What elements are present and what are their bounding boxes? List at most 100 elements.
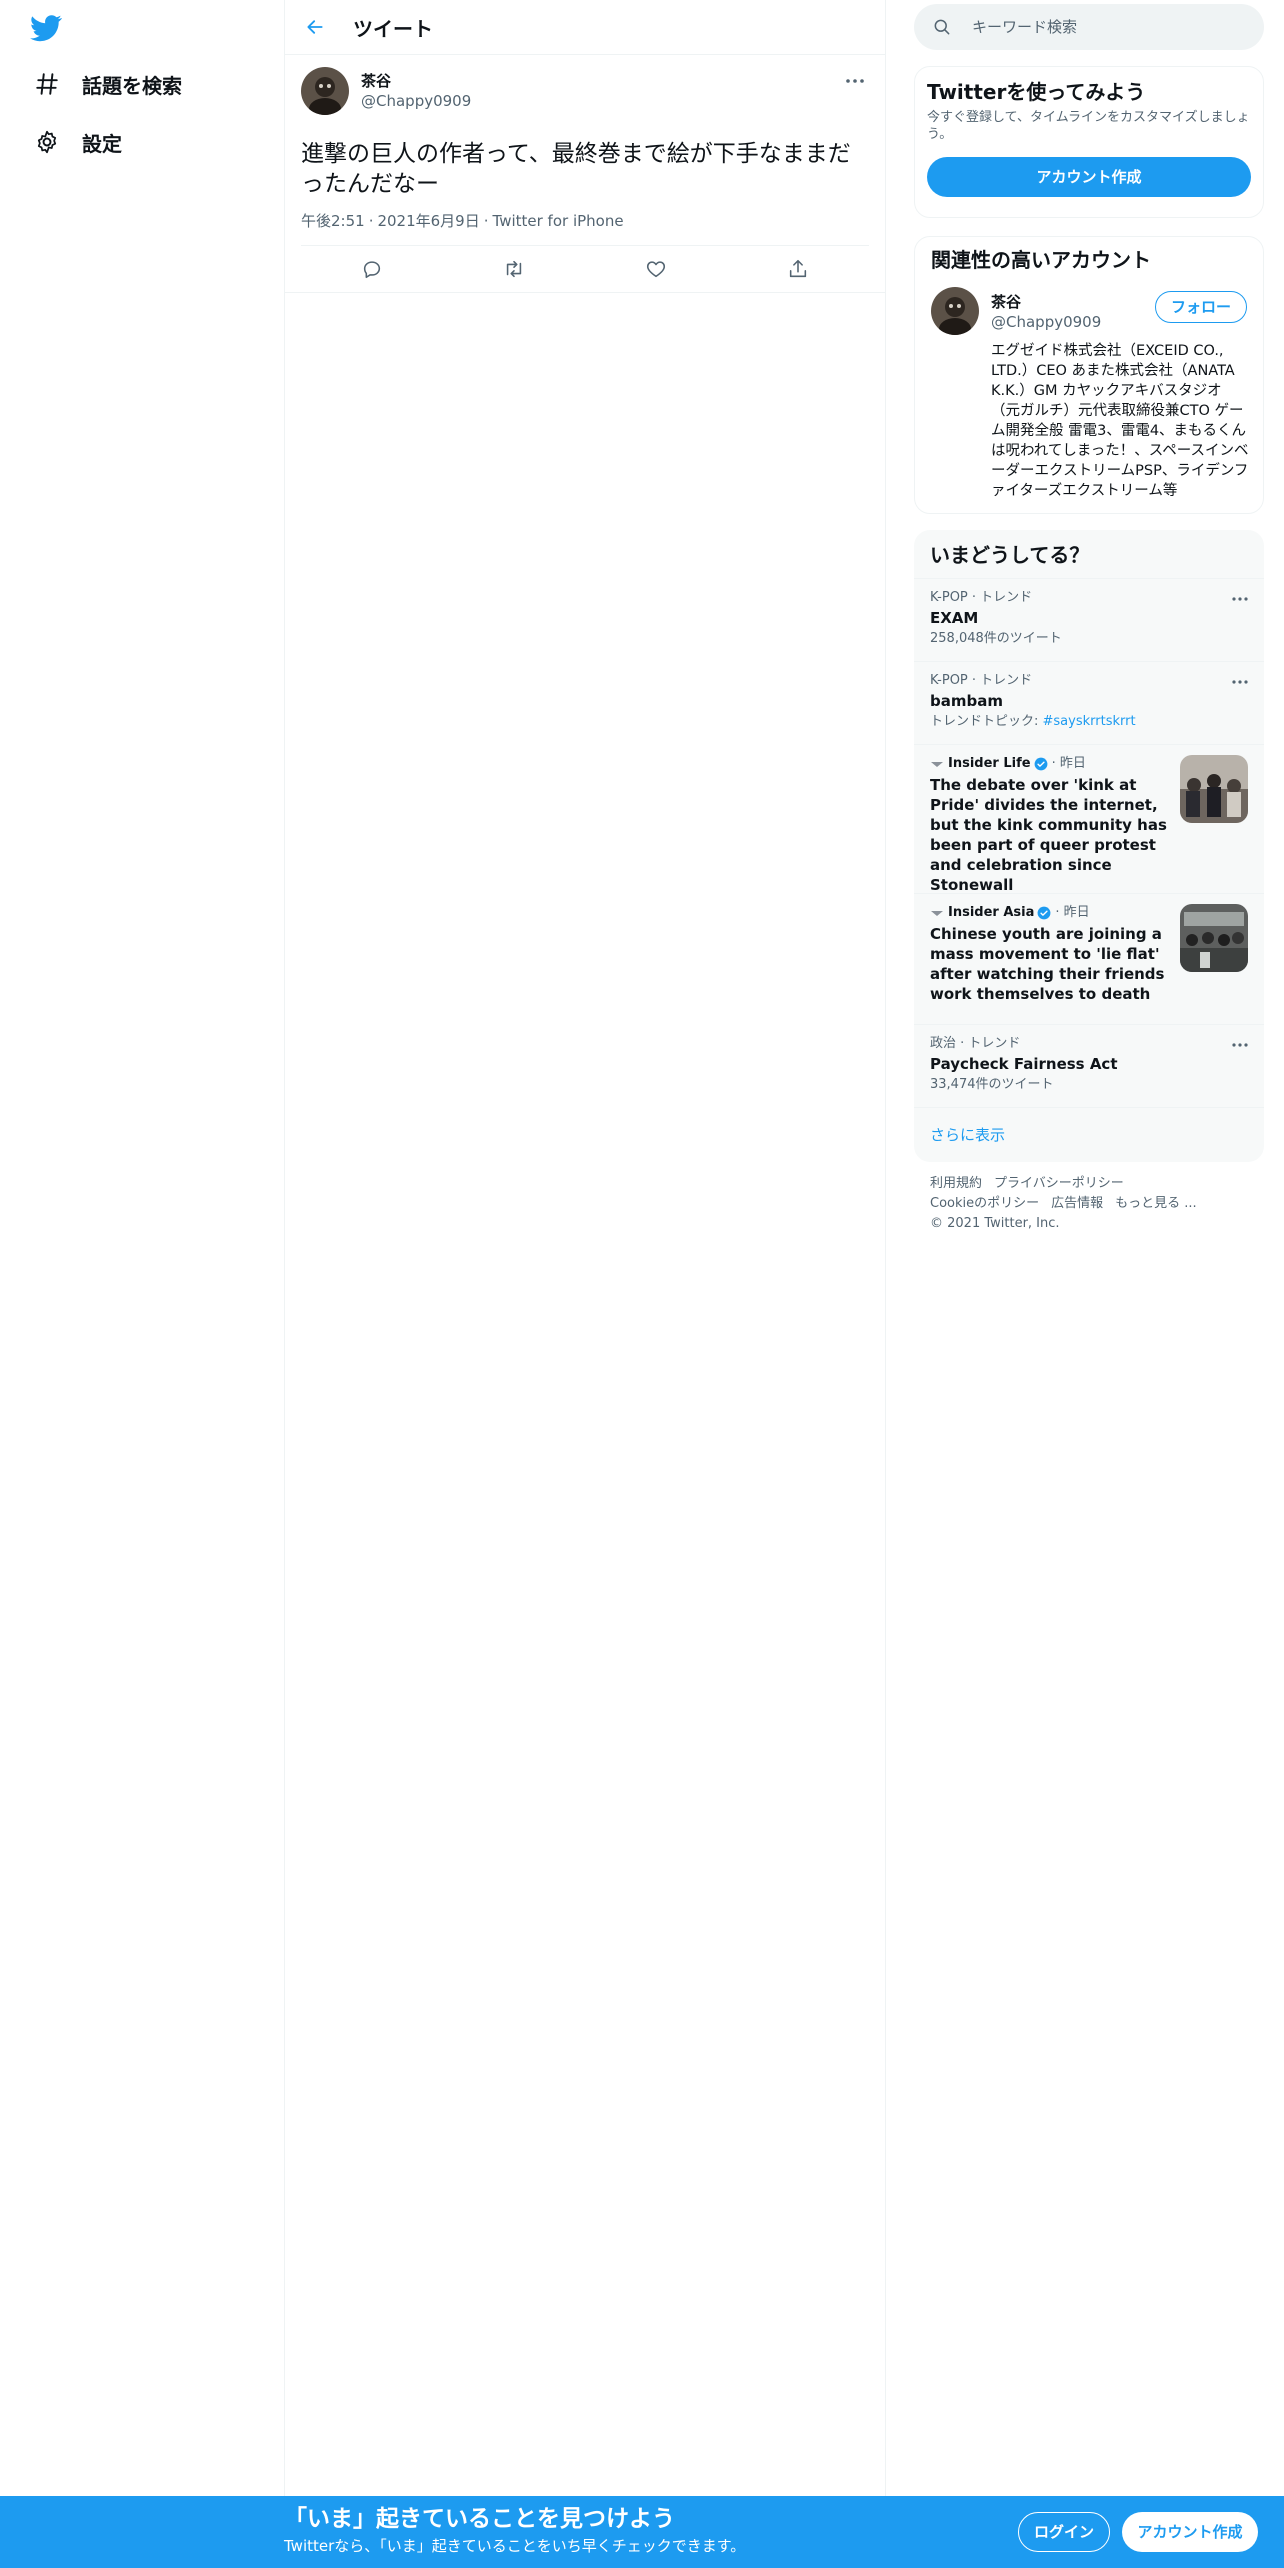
nav-item-label: 設定 (82, 131, 122, 156)
publisher-logo-icon (931, 911, 943, 916)
related-user-handle[interactable]: @Chappy0909 (991, 313, 1101, 331)
tweet-time[interactable]: 午後2:51 (301, 212, 365, 230)
reply-icon (363, 261, 381, 279)
avatar[interactable] (931, 287, 979, 335)
create-account-button[interactable]: アカウント作成 (927, 157, 1251, 197)
nav-item-settings[interactable]: 設定 (20, 118, 134, 166)
trend-item[interactable]: K-POP · トレンド EXAM 258,048件のツイート (914, 578, 1264, 661)
trend-name: bambam (930, 692, 1003, 710)
tweet-timestamp: 午後2:51 · 2021年6月9日 · Twitter for iPhone (301, 211, 869, 246)
trend-topic-hashtag[interactable]: #sayskrrtskrrt (1043, 714, 1136, 729)
more-horizontal-icon (1232, 597, 1248, 601)
related-accounts-card: 関連性の高いアカウント 茶谷 @Chappy0909 フォロー エグゼイド株式会… (914, 236, 1264, 514)
news-time: · 昨日 (1051, 756, 1086, 771)
tweet: 茶谷 @Chappy0909 進撃の巨人の作者って、最終巻まで絵が下手なままだっ… (285, 55, 885, 293)
verified-badge-icon (1034, 757, 1047, 771)
login-button[interactable]: ログイン (1018, 2512, 1110, 2552)
footer-links-row: 利用規約 プライバシーポリシー (930, 1174, 1260, 1194)
more-horizontal-icon (1232, 680, 1248, 684)
trend-more-button[interactable] (1228, 672, 1252, 692)
publisher-logo-icon (931, 762, 943, 767)
tweet-more-button[interactable] (841, 69, 869, 93)
main-header: ツイート (285, 0, 885, 55)
footer-links-row: Cookieのポリシー 広告情報 もっと見る ... (930, 1194, 1260, 1214)
trend-category: 政治 · トレンド (930, 1036, 1021, 1051)
trend-category: K-POP · トレンド (930, 673, 1033, 688)
tweet-header: 茶谷 @Chappy0909 (301, 55, 869, 129)
news-source-name: Insider Asia (948, 905, 1035, 920)
retweet-icon (506, 260, 522, 278)
hashtag-icon (32, 69, 62, 99)
bottom-bar-title: 「いま」起きていることを見つけよう (284, 2506, 675, 2532)
news-thumbnail (1180, 755, 1248, 823)
news-item[interactable]: Insider Life · 昨日 The debate over 'kink … (914, 744, 1264, 894)
search-input[interactable] (970, 17, 1254, 37)
related-user[interactable]: 茶谷 @Chappy0909 フォロー エグゼイド株式会社（EXCEID CO.… (915, 279, 1263, 509)
avatar[interactable] (301, 67, 349, 115)
tweet-actions (285, 246, 885, 293)
nav-item-explore[interactable]: 話題を検索 (20, 60, 194, 108)
author-name[interactable]: 茶谷 (361, 71, 471, 91)
trend-more-button[interactable] (1228, 1035, 1252, 1055)
trend-item[interactable]: K-POP · トレンド bambam トレンドトピック: #sayskrrts… (914, 661, 1264, 744)
retweet-button[interactable] (494, 249, 534, 289)
follow-button[interactable]: フォロー (1155, 291, 1247, 323)
back-button[interactable] (297, 9, 333, 45)
trend-topic-line: トレンドトピック: #sayskrrtskrrt (930, 712, 1248, 732)
news-item[interactable]: Insider Asia · 昨日 Chinese youth are join… (914, 893, 1264, 1024)
meta-separator: · (483, 212, 489, 230)
footer-link-terms[interactable]: 利用規約 (930, 1176, 982, 1191)
bottom-bar-subtitle: Twitterなら、「いま」起きていることをいち早くチェックできます。 (284, 2537, 746, 2555)
trend-count: 258,048件のツイート (930, 631, 1062, 646)
footer: 利用規約 プライバシーポリシー Cookieのポリシー 広告情報 もっと見る ... … (930, 1174, 1260, 1234)
trend-item[interactable]: 政治 · トレンド Paycheck Fairness Act 33,474件の… (914, 1024, 1264, 1107)
nav-item-label: 話題を検索 (82, 73, 182, 98)
heart-icon (646, 261, 666, 278)
footer-link-more[interactable]: もっと見る ... (1115, 1196, 1197, 1211)
news-thumbnail (1180, 904, 1248, 972)
news-title: Chinese youth are joining a mass movemen… (930, 925, 1165, 1003)
trend-more-button[interactable] (1228, 589, 1252, 609)
meta-separator: · (368, 212, 374, 230)
tweet-author[interactable]: 茶谷 @Chappy0909 (361, 71, 471, 111)
footer-link-cookies[interactable]: Cookieのポリシー (930, 1196, 1039, 1211)
main-column: ツイート 茶谷 @Chappy0909 進撃の巨人の作者って、最終巻まで絵が下手… (284, 0, 886, 2568)
related-user-bio: エグゼイド株式会社（EXCEID CO., LTD.）CEO あまた株式会社（A… (991, 343, 1249, 499)
more-horizontal-icon (1232, 1043, 1248, 1047)
share-button[interactable] (778, 249, 818, 289)
search-icon (934, 19, 950, 35)
trend-count: 33,474件のツイート (930, 1077, 1054, 1092)
twitter-logo-icon[interactable] (30, 12, 62, 44)
trend-name: EXAM (930, 609, 979, 627)
news-title: The debate over 'kink at Pride' divides … (930, 776, 1167, 894)
signup-card-subtitle: 今すぐ登録して、タイムラインをカスタマイズしましょう。 (927, 110, 1250, 142)
share-icon (789, 259, 807, 278)
signup-card: Twitterを使ってみよう 今すぐ登録して、タイムラインをカスタマイズしましょ… (914, 66, 1264, 218)
related-user-name[interactable]: 茶谷 (991, 291, 1021, 312)
footer-link-ads[interactable]: 広告情報 (1051, 1196, 1103, 1211)
bottom-signup-bar: 「いま」起きていることを見つけよう Twitterなら、「いま」起きていることを… (0, 2496, 1284, 2568)
signup-button[interactable]: アカウント作成 (1122, 2512, 1258, 2552)
trends-title: いまどうしてる？ (930, 543, 1090, 567)
trend-topic-prefix: トレンドトピック: (930, 714, 1043, 729)
author-handle[interactable]: @Chappy0909 (361, 91, 471, 111)
news-time: · 昨日 (1055, 905, 1090, 920)
arrow-left-icon (307, 20, 323, 34)
show-more-link[interactable]: さらに表示 (914, 1107, 1264, 1161)
trends-card: いまどうしてる？ K-POP · トレンド EXAM 258,048件のツイート… (914, 530, 1264, 1162)
tweet-source[interactable]: Twitter for iPhone (493, 212, 624, 230)
like-button[interactable] (636, 249, 676, 289)
news-source-name: Insider Life (948, 756, 1031, 771)
footer-link-privacy[interactable]: プライバシーポリシー (994, 1176, 1124, 1191)
footer-copyright: © 2021 Twitter, Inc. (930, 1216, 1060, 1231)
related-accounts-title: 関連性の高いアカウント (931, 248, 1151, 272)
tweet-date[interactable]: 2021年6月9日 (377, 212, 479, 230)
tweet-text: 進撃の巨人の作者って、最終巻まで絵が下手なままだったんだなー (301, 141, 851, 197)
trend-category: K-POP · トレンド (930, 590, 1033, 605)
trend-name: Paycheck Fairness Act (930, 1055, 1118, 1073)
page-title: ツイート (353, 16, 433, 41)
left-navigation: 話題を検索 設定 (0, 0, 284, 2568)
gear-icon (32, 127, 62, 157)
search-bar[interactable] (914, 4, 1264, 50)
reply-button[interactable] (352, 249, 392, 289)
